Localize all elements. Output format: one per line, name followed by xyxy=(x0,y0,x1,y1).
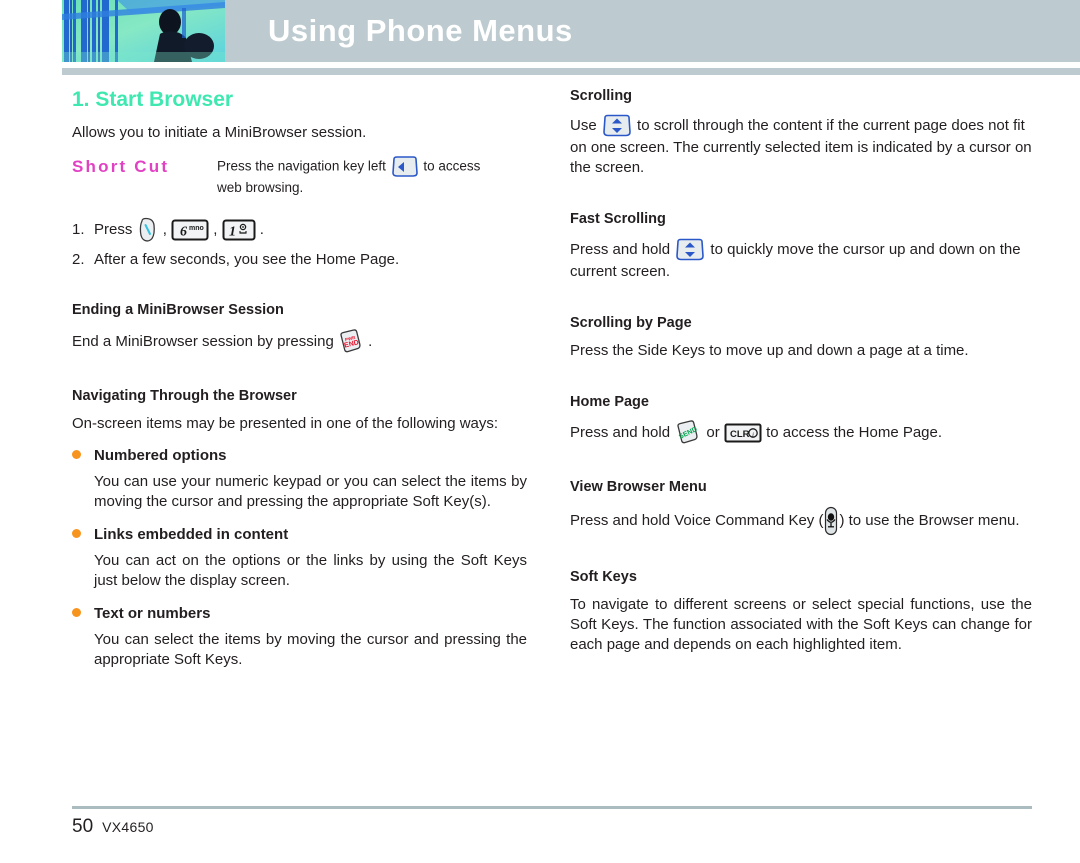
soft-keys-text: To navigate to different screens or sele… xyxy=(570,596,1032,653)
navigating-text: On-screen items may be presented in one … xyxy=(72,415,499,433)
step-2-number: 2. xyxy=(72,251,85,269)
shortcut-text-after: to access xyxy=(423,158,481,174)
ending-session-text: End a MiniBrowser session by pressing PW… xyxy=(72,328,527,355)
svg-text:CLR: CLR xyxy=(730,429,750,440)
view-browser-menu-text-after: ) to use the Browser menu. xyxy=(839,511,1020,529)
shortcut-text-before: Press the navigation key left xyxy=(217,158,386,174)
bullet-item-links-embedded: Links embedded in content xyxy=(72,526,527,543)
footer-model-name: VX4650 xyxy=(102,819,154,835)
right-column: Scrolling Use to scroll through the cont… xyxy=(570,88,1032,668)
step-2: 2. After a few seconds, you see the Home… xyxy=(72,249,527,270)
nav-key-updown-icon xyxy=(601,114,633,138)
section-title-start-browser: 1. Start Browser xyxy=(72,88,234,111)
bullet-label-links-embedded: Links embedded in content xyxy=(94,525,289,543)
home-page-text: Press and hold SEND or CLR i to access t… xyxy=(570,420,1032,446)
page-footer: 50 VX4650 xyxy=(72,816,154,838)
home-page-text-before: Press and hold xyxy=(570,424,671,442)
intro-paragraph: Allows you to initiate a MiniBrowser ses… xyxy=(72,124,367,142)
heading-navigating-browser: Navigating Through the Browser xyxy=(72,387,297,404)
header-divider xyxy=(62,68,1080,75)
bullet-dot-icon xyxy=(72,450,81,459)
scrolling-text: Use to scroll through the content if the… xyxy=(570,114,1032,178)
ending-session-text-after: . xyxy=(368,332,373,350)
shortcut-block: Short Cut Press the navigation key left … xyxy=(72,156,527,198)
bullet-item-numbered-options: Numbered options xyxy=(72,447,527,464)
nav-key-left-icon xyxy=(390,156,420,178)
fast-scrolling-text-before: Press and hold xyxy=(570,240,671,258)
page-header: Using Phone Menus xyxy=(0,0,1080,62)
menu-key-icon xyxy=(137,217,159,243)
bullet-dot-icon xyxy=(72,528,81,538)
step-1-prefix: Press xyxy=(94,221,133,239)
bullet-label-numbered-options: Numbered options xyxy=(94,447,227,464)
footer-page-number: 50 xyxy=(72,816,94,837)
svg-text:i: i xyxy=(752,432,754,439)
step-1: 1. Press , 6 mno , 1 . xyxy=(72,217,527,243)
heading-scrolling-by-page: Scrolling by Page xyxy=(570,314,692,331)
footer-divider xyxy=(72,806,1032,809)
ending-session-text-before: End a MiniBrowser session by pressing xyxy=(72,332,334,350)
step-1-number: 1. xyxy=(72,221,85,239)
step-1-body: Press , 6 mno , 1 . xyxy=(94,217,527,243)
heading-view-browser-menu: View Browser Menu xyxy=(570,479,707,496)
home-page-text-middle: or xyxy=(706,424,720,442)
bullet-text-links-embedded: You can act on the options or the links … xyxy=(94,551,527,590)
clr-key-icon: CLR i xyxy=(724,422,762,444)
nav-key-updown-icon xyxy=(674,238,706,262)
bullet-text-text-or-numbers: You can select the items by moving the c… xyxy=(94,630,527,668)
heading-home-page: Home Page xyxy=(570,393,649,410)
bullet-item-text-or-numbers: Text or numbers xyxy=(72,605,527,622)
bullet-dot-icon xyxy=(72,607,81,617)
shortcut-label: Short Cut xyxy=(72,157,170,177)
svg-text:1: 1 xyxy=(229,225,236,240)
six-mno-key-icon: 6 mno xyxy=(171,218,209,242)
shortcut-text-line2: web browsing. xyxy=(217,180,304,196)
step-2-text: After a few seconds, you see the Home Pa… xyxy=(94,251,400,269)
view-browser-menu-text-before: Press and hold Voice Command Key ( xyxy=(570,511,824,529)
heading-scrolling: Scrolling xyxy=(570,88,633,104)
voice-command-key-icon xyxy=(823,506,839,536)
view-browser-menu-text: Press and hold Voice Command Key ( ) to … xyxy=(570,506,1032,536)
heading-fast-scrolling: Fast Scrolling xyxy=(570,211,666,228)
header-decorative-photo xyxy=(62,0,225,62)
heading-ending-session: Ending a MiniBrowser Session xyxy=(72,302,284,319)
step-1-comma-1: , xyxy=(162,221,167,239)
page-title: Using Phone Menus xyxy=(268,13,573,48)
fast-scrolling-text: Press and hold to quickly move the curso… xyxy=(570,238,1032,282)
svg-text:mno: mno xyxy=(189,225,204,232)
scrolling-text-before: Use xyxy=(570,117,597,135)
send-key-icon: SEND xyxy=(674,420,702,446)
end-key-icon: PWR END xyxy=(338,328,364,355)
heading-soft-keys: Soft Keys xyxy=(570,568,637,585)
home-page-text-after: to access the Home Page. xyxy=(766,424,943,442)
svg-text:6: 6 xyxy=(180,225,187,240)
scrolling-by-page-text: Press the Side Keys to move up and down … xyxy=(570,341,969,359)
one-key-icon: 1 xyxy=(222,218,256,242)
bullet-text-numbered-options: You can use your numeric keypad or you c… xyxy=(94,473,527,511)
bullet-label-text-or-numbers: Text or numbers xyxy=(94,604,211,622)
step-1-suffix: . xyxy=(259,221,264,239)
left-column: 1. Start Browser Allows you to initiate … xyxy=(72,88,527,683)
step-1-comma-2: , xyxy=(213,221,218,239)
shortcut-text: Press the navigation key left to access … xyxy=(217,156,480,198)
scrolling-text-after: to scroll through the content if the cur… xyxy=(570,117,1032,177)
